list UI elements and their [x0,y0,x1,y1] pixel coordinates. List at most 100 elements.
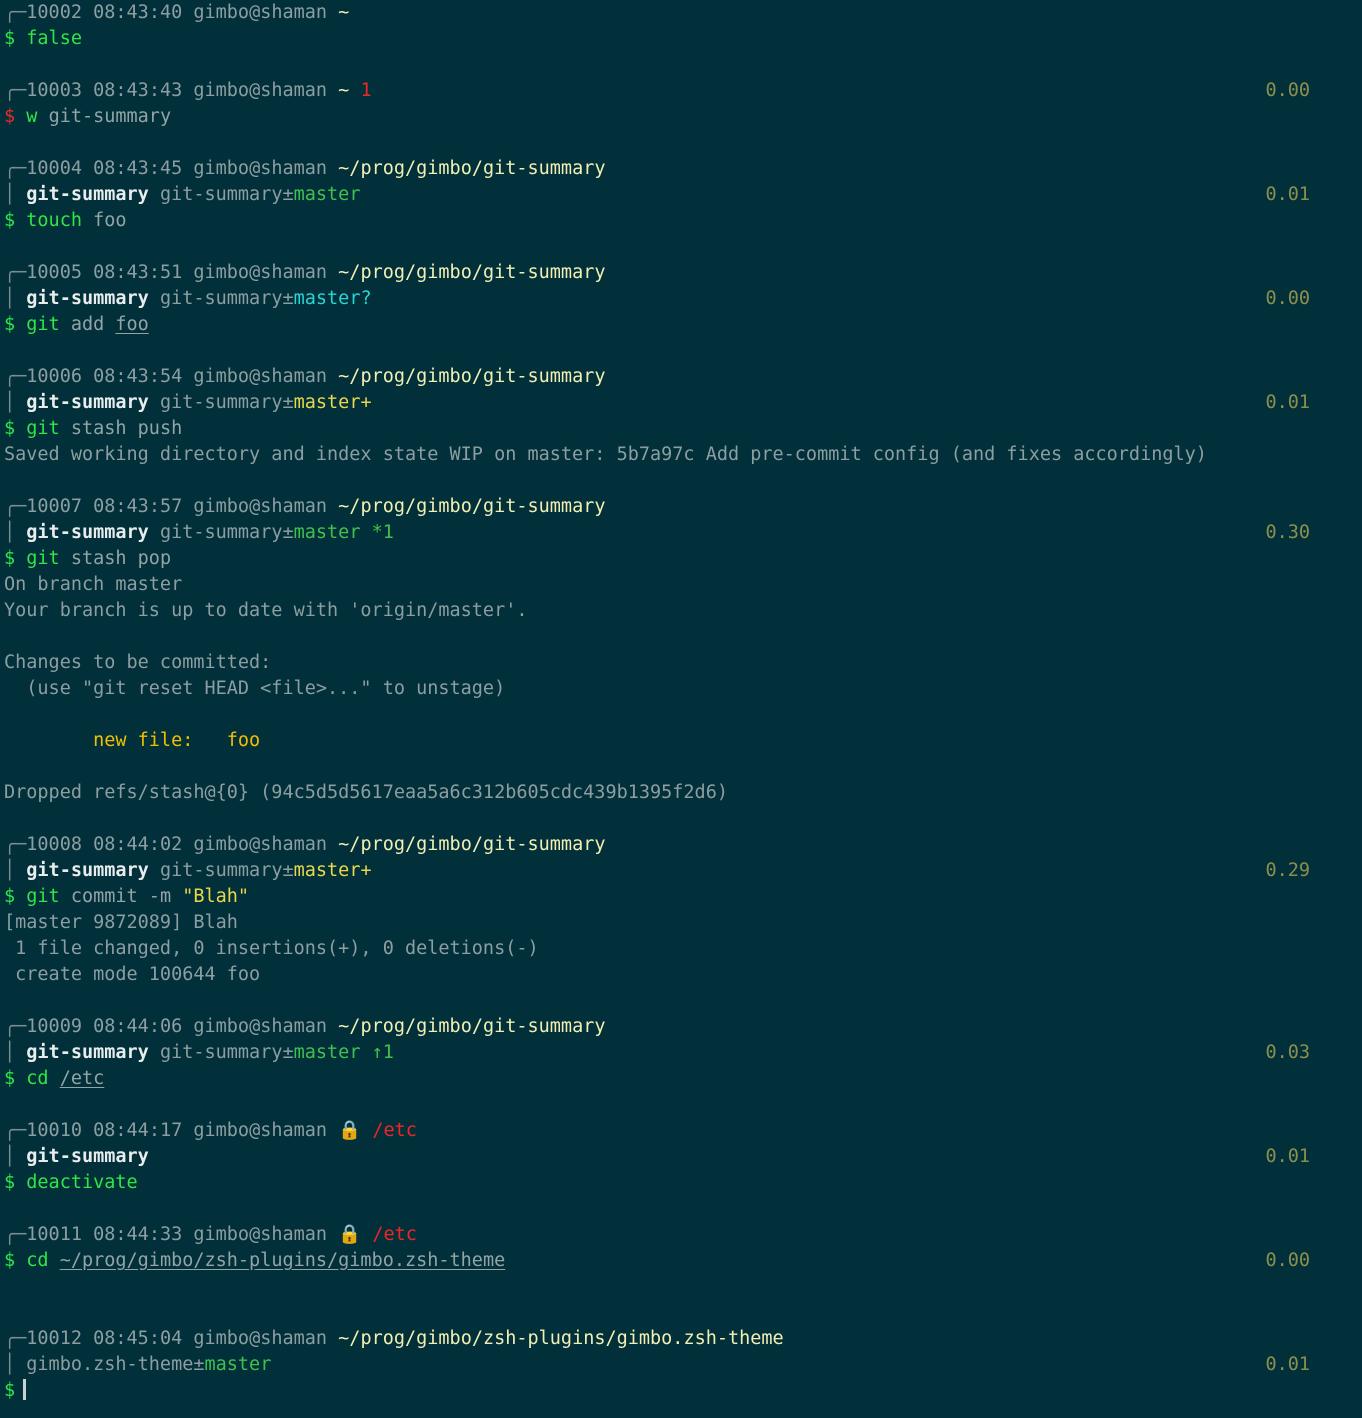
output-text: (use "git reset HEAD <file>..." to unsta… [4,678,506,699]
timestamp: 08:45:04 [93,1328,183,1349]
user-host: gimbo@shaman [193,834,328,855]
virtualenv-name: git-summary [26,1146,149,1167]
output-text: 1 file changed, 0 insertions(+), 0 delet… [4,938,539,959]
command-duration: 0.30 [1265,522,1310,543]
timestamp: 08:43:43 [93,80,183,101]
cwd-path: ~/prog/gimbo/git-summary [338,1016,606,1037]
command-line[interactable]: $ git add foo [0,312,1362,338]
history-id: 10010 [26,1120,82,1141]
user-host: gimbo@shaman [193,1328,328,1349]
command-line[interactable]: $ w git-summary [0,104,1362,130]
command-name: w [26,106,38,127]
prompt-corner-glyph: ╭─ [4,834,27,855]
command-duration: 0.01 [1265,184,1310,205]
command-args: stash pop [59,548,172,569]
plusminus-glyph: ± [282,860,294,881]
timestamp: 08:44:02 [93,834,183,855]
prompt-vcs-line: │ git-summary git-summary±master 0.01 [0,182,1362,208]
git-branch-name: master? [293,288,372,309]
output-text-staged-file: new file: foo [4,730,261,751]
git-ahead-indicator: ↑1 [371,1042,394,1063]
virtualenv-name: git-summary [26,522,149,543]
prompt-sigil: $ [4,1068,16,1089]
command-output-line: [master 9872089] Blah [0,910,1362,936]
plusminus-glyph: ± [193,1354,205,1375]
virtualenv-name: git-summary [26,392,149,413]
timestamp: 08:43:51 [93,262,183,283]
prompt-bar-glyph: │ [4,1146,16,1167]
history-id: 10006 [26,366,82,387]
command-duration: 0.29 [1265,860,1310,881]
prompt-sigil: $ [4,28,16,49]
prompt-header-line: ╭─10006 08:43:54 gimbo@shaman ~/prog/gim… [0,364,1362,390]
git-repo-name: git-summary [159,392,283,413]
cwd-path: ~/prog/gimbo/git-summary [338,496,606,517]
command-name: false [26,28,82,49]
prompt-header-line: ╭─10009 08:44:06 gimbo@shaman ~/prog/gim… [0,1014,1362,1040]
output-text: On branch master [4,574,183,595]
prompt-corner-glyph: ╭─ [4,1328,27,1349]
git-branch-name: master [293,522,361,543]
command-output-line: create mode 100644 foo [0,962,1362,988]
command-line[interactable]: $ deactivate [0,1170,1362,1196]
timestamp: 08:44:33 [93,1224,183,1245]
output-text: create mode 100644 foo [4,964,261,985]
command-output-line: 1 file changed, 0 insertions(+), 0 delet… [0,936,1362,962]
timestamp: 08:43:54 [93,366,183,387]
command-duration: 0.01 [1265,392,1310,413]
command-args: git-summary [48,106,172,127]
history-id: 10002 [26,2,82,23]
output-text: Your branch is up to date with 'origin/m… [4,600,528,621]
history-id: 10005 [26,262,82,283]
user-host: gimbo@shaman [193,366,328,387]
git-repo-name: git-summary [159,522,283,543]
command-line[interactable]: $ cd /etc [0,1066,1362,1092]
command-line[interactable]: $ cd ~/prog/gimbo/zsh-plugins/gimbo.zsh-… [0,1248,1362,1274]
prompt-bar-glyph: │ [4,1354,16,1375]
plusminus-glyph: ± [282,184,294,205]
prompt-corner-glyph: ╭─ [4,1224,27,1245]
prompt-vcs-line: │ git-summary git-summary±master? 0.00 [0,286,1362,312]
user-host: gimbo@shaman [193,262,328,283]
git-stash-indicator: *1 [371,522,394,543]
user-host: gimbo@shaman [193,1016,328,1037]
command-line[interactable]: $ git stash pop [0,546,1362,572]
command-duration: 0.00 [1265,80,1310,101]
command-name: touch [26,210,82,231]
command-output-line-staged: new file: foo [0,728,1362,754]
prompt-sigil: $ [4,548,16,569]
cwd-path: ~/prog/gimbo/git-summary [338,262,606,283]
prompt-sigil: $ [4,1250,16,1271]
command-output-line: Dropped refs/stash@{0} (94c5d5d5617eaa5a… [0,780,1362,806]
prompt-sigil: $ [4,1172,16,1193]
prompt-bar-glyph: │ [4,184,16,205]
active-command-line[interactable]: $ [0,1378,1362,1404]
terminal-window[interactable]: ╭─10002 08:43:40 gimbo@shaman ~ $ false … [0,0,1362,1418]
user-host: gimbo@shaman [193,2,328,23]
command-line[interactable]: $ false [0,26,1362,52]
command-output-line: Your branch is up to date with 'origin/m… [0,598,1362,624]
text-cursor[interactable] [23,1379,27,1400]
cwd-path: ~/prog/gimbo/git-summary [338,158,606,179]
prompt-sigil: $ [4,106,16,127]
command-line[interactable]: $ git commit -m "Blah" [0,884,1362,910]
command-line[interactable]: $ git stash push [0,416,1362,442]
prompt-header-line: ╭─10004 08:43:45 gimbo@shaman ~/prog/gim… [0,156,1362,182]
command-line[interactable]: $ touch foo [0,208,1362,234]
prompt-header-line: ╭─10008 08:44:02 gimbo@shaman ~/prog/gim… [0,832,1362,858]
command-duration: 0.03 [1265,1042,1310,1063]
prompt-bar-glyph: │ [4,288,16,309]
user-host: gimbo@shaman [193,1224,328,1245]
timestamp: 08:43:57 [93,496,183,517]
prompt-sigil: $ [4,886,16,907]
timestamp: 08:44:06 [93,1016,183,1037]
command-output-line: Changes to be committed: [0,650,1362,676]
command-arg-string: "Blah" [182,886,250,907]
command-name: cd [26,1068,49,1089]
prompt-vcs-line: │ git-summary git-summary±master+ 0.01 [0,390,1362,416]
output-text: Changes to be committed: [4,652,272,673]
